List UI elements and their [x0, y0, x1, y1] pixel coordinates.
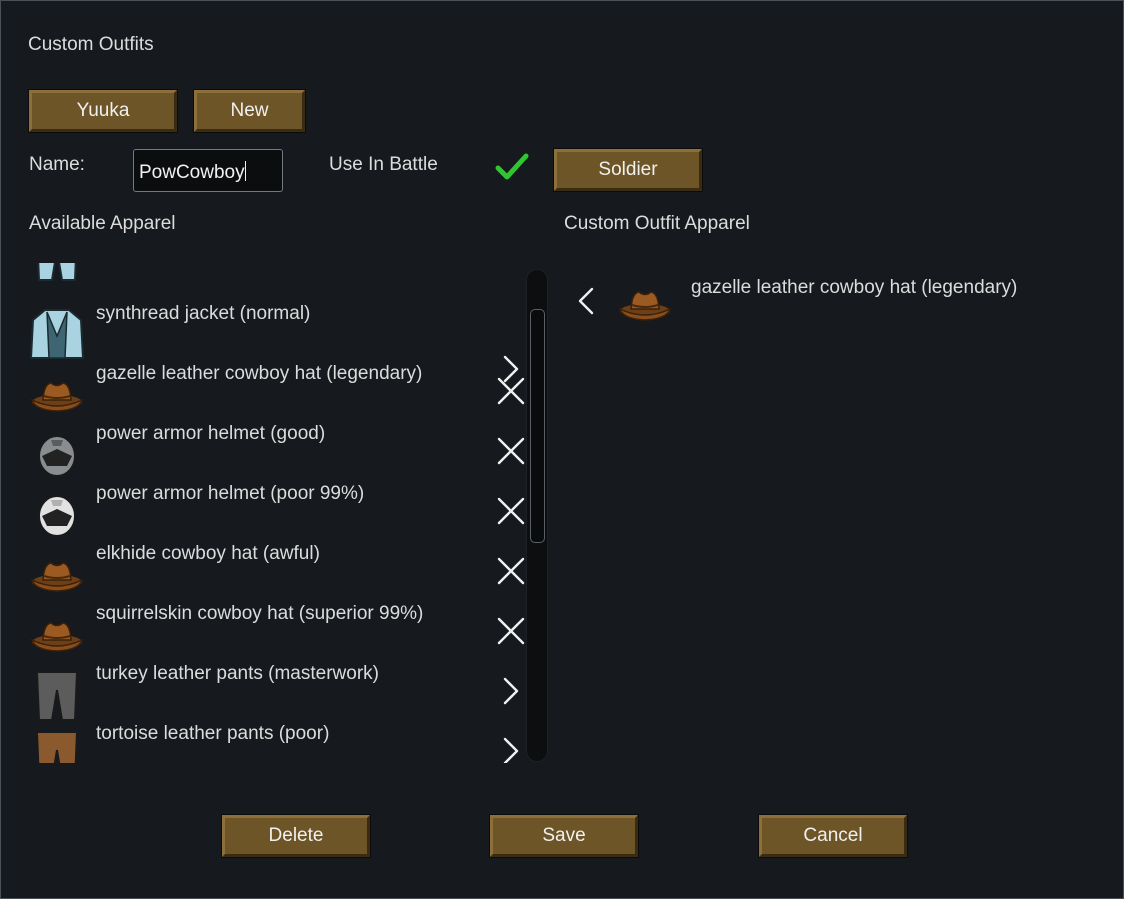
list-item: elkhide cowboy hat (awful) [29, 543, 529, 603]
save-button[interactable]: Save [489, 814, 639, 858]
list-item: synthread jacket (normal) [29, 303, 529, 383]
custom-outfit-apparel-header: Custom Outfit Apparel [564, 213, 750, 234]
item-label: elkhide cowboy hat (awful) [96, 543, 320, 564]
power-helmet-icon [38, 435, 76, 477]
power-helmet-icon [38, 495, 76, 537]
available-apparel-header: Available Apparel [29, 213, 176, 234]
delete-button[interactable]: Delete [221, 814, 371, 858]
new-outfit-button[interactable]: New [193, 89, 306, 133]
item-label: gazelle leather cowboy hat (legendary) [691, 277, 1018, 298]
remove-x-icon[interactable] [495, 435, 527, 467]
list-item: squirrelskin cowboy hat (superior 99%) [29, 603, 529, 663]
outfit-yuuka-button[interactable]: Yuuka [28, 89, 178, 133]
list-item: gazelle leather cowboy hat (legendary) [29, 363, 529, 423]
outfit-name-value: PowCowboy [139, 162, 245, 183]
item-label: synthread jacket (normal) [96, 303, 311, 324]
pants-icon [37, 263, 77, 281]
list-item: power armor helmet (good) [29, 423, 529, 483]
use-in-battle-checkmark-icon[interactable] [494, 151, 530, 183]
list-item: power armor helmet (poor 99%) [29, 483, 529, 543]
add-arrow-icon[interactable] [495, 735, 527, 763]
cowboy-hat-icon [31, 382, 83, 412]
cowboy-hat-icon [619, 291, 671, 321]
use-in-battle-label: Use In Battle [329, 154, 438, 175]
item-label: gazelle leather cowboy hat (legendary) [96, 363, 423, 384]
list-item-partial [29, 263, 529, 283]
soldier-role-button[interactable]: Soldier [553, 148, 703, 192]
available-apparel-list[interactable]: synthread jacket (normal) gazelle leathe… [29, 263, 549, 763]
pants-icon [35, 671, 79, 721]
outfit-name-input[interactable]: PowCowboy [133, 149, 283, 192]
cowboy-hat-icon [31, 622, 83, 652]
custom-outfit-apparel-list: gazelle leather cowboy hat (legendary) [571, 271, 1111, 331]
item-label: power armor helmet (poor 99%) [96, 483, 365, 504]
add-arrow-icon[interactable] [495, 675, 527, 707]
jacket-icon [29, 309, 85, 359]
cowboy-hat-icon [31, 562, 83, 592]
remove-arrow-icon[interactable] [571, 285, 603, 317]
item-label: turkey leather pants (masterwork) [96, 663, 379, 684]
item-label: squirrelskin cowboy hat (superior 99%) [96, 603, 424, 624]
remove-x-icon[interactable] [495, 615, 527, 647]
custom-outfits-dialog: Custom Outfits Yuuka New Name: PowCowboy… [0, 0, 1124, 899]
scrollbar-thumb[interactable] [530, 309, 545, 543]
cancel-button[interactable]: Cancel [758, 814, 908, 858]
remove-x-icon[interactable] [495, 375, 527, 407]
list-item: tortoise leather pants (poor) [29, 723, 529, 763]
remove-x-icon[interactable] [495, 555, 527, 587]
pants-icon [35, 731, 79, 763]
list-item: turkey leather pants (masterwork) [29, 663, 529, 723]
item-label: power armor helmet (good) [96, 423, 326, 444]
name-label: Name: [29, 154, 85, 175]
dialog-title: Custom Outfits [28, 34, 154, 55]
remove-x-icon[interactable] [495, 495, 527, 527]
item-label: tortoise leather pants (poor) [96, 723, 330, 744]
text-caret [244, 161, 246, 181]
